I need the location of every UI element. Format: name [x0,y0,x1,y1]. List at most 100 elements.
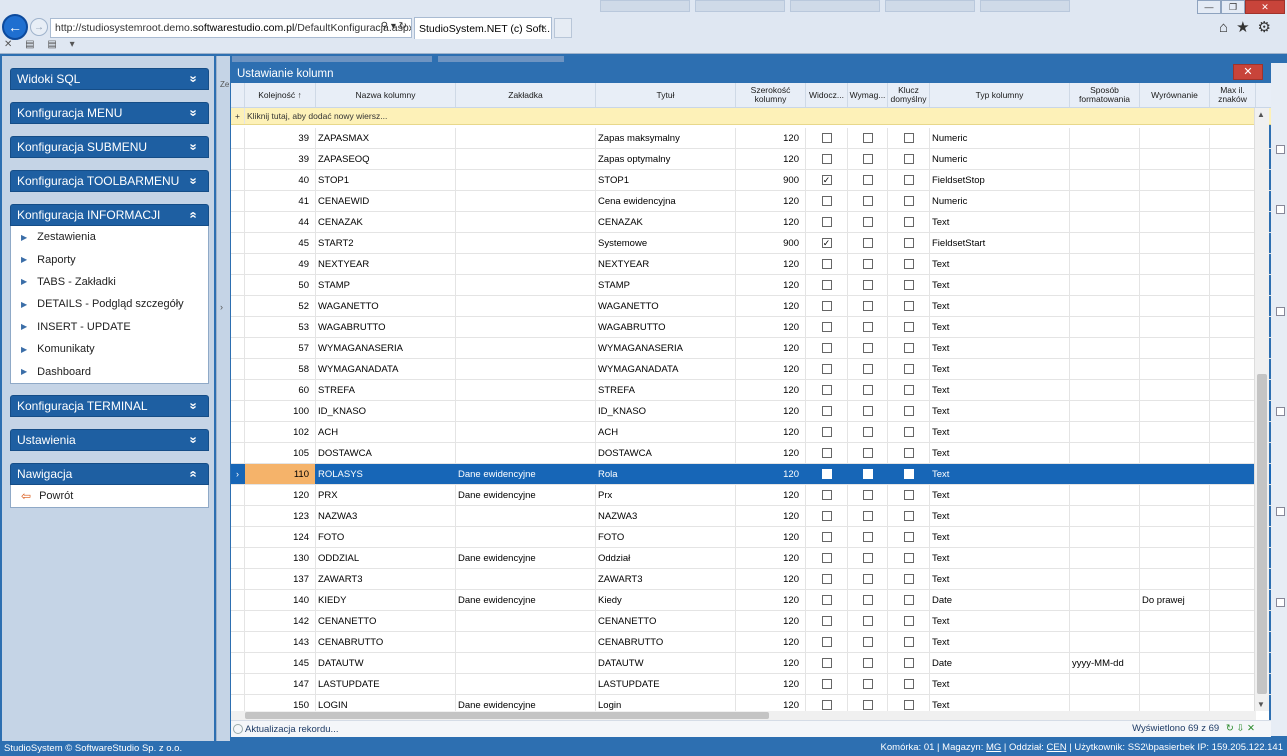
checkbox[interactable] [862,511,873,521]
row-indicator[interactable] [231,149,245,169]
type-cell[interactable]: Numeric [930,191,1070,211]
checkbox[interactable] [862,364,873,374]
order-cell[interactable]: 58 [245,359,316,379]
order-cell[interactable]: 60 [245,380,316,400]
tab-cell[interactable] [456,674,596,694]
align-cell[interactable] [1140,275,1210,295]
sidebar-section-header[interactable]: Nawigacja « [10,463,209,485]
type-cell[interactable]: Text [930,359,1070,379]
order-cell[interactable]: 39 [245,128,316,148]
order-cell[interactable]: 124 [245,527,316,547]
format-cell[interactable] [1070,380,1140,400]
checkbox[interactable] [862,700,873,710]
checkbox[interactable] [821,154,832,164]
type-cell[interactable]: Text [930,695,1070,711]
tab-cell[interactable] [456,380,596,400]
width-cell[interactable]: 120 [736,485,806,505]
row-indicator[interactable] [231,275,245,295]
order-cell[interactable]: 123 [245,506,316,526]
column-header[interactable]: Max il. znaków [1210,83,1256,107]
type-cell[interactable]: Text [930,527,1070,547]
maxchars-cell[interactable] [1210,653,1256,673]
column-name-cell[interactable]: STAMP [316,275,456,295]
type-cell[interactable]: Text [930,401,1070,421]
type-cell[interactable]: Text [930,485,1070,505]
maxchars-cell[interactable] [1210,212,1256,232]
width-cell[interactable]: 120 [736,611,806,631]
format-cell[interactable] [1070,212,1140,232]
width-cell[interactable]: 120 [736,317,806,337]
title-cell[interactable]: Prx [596,485,736,505]
row-indicator[interactable] [231,632,245,652]
format-cell[interactable] [1070,317,1140,337]
column-name-cell[interactable]: ODDZIAL [316,548,456,568]
add-row-label[interactable]: Kliknij tutaj, aby dodać nowy wiersz... [245,108,1271,124]
checkbox[interactable] [821,133,832,143]
maxchars-cell[interactable] [1210,338,1256,358]
checkbox[interactable] [821,637,832,647]
align-cell[interactable] [1140,317,1210,337]
column-name-cell[interactable]: ROLASYS [316,464,456,484]
checkbox[interactable] [903,637,914,647]
tab-cell[interactable]: Dane ewidencyjne [456,695,596,711]
table-row[interactable]: 50 STAMP STAMP 120 Text [231,275,1271,296]
title-cell[interactable]: ACH [596,422,736,442]
checkbox[interactable] [821,343,832,353]
table-row[interactable]: 143 CENABRUTTO CENABRUTTO 120 Text [231,632,1271,653]
checkbox[interactable] [862,196,873,206]
status-actions-icons[interactable]: ↻ ⇩ ✕ [1226,723,1255,734]
add-row-plus-icon[interactable]: + [231,108,245,124]
order-cell[interactable]: 143 [245,632,316,652]
align-cell[interactable] [1140,506,1210,526]
width-cell[interactable]: 120 [736,338,806,358]
width-cell[interactable]: 120 [736,590,806,610]
align-cell[interactable] [1140,653,1210,673]
order-cell[interactable]: 57 [245,338,316,358]
scroll-up-icon[interactable]: ▲ [1257,110,1265,119]
checkbox[interactable] [862,553,873,563]
column-name-cell[interactable]: WYMAGANASERIA [316,338,456,358]
underlying-checkbox[interactable] [1276,598,1285,607]
align-cell[interactable] [1140,233,1210,253]
align-cell[interactable] [1140,632,1210,652]
align-cell[interactable] [1140,611,1210,631]
column-name-cell[interactable]: START2 [316,233,456,253]
order-cell[interactable]: 49 [245,254,316,274]
format-cell[interactable] [1070,149,1140,169]
checkbox[interactable] [903,553,914,563]
checkbox[interactable] [903,364,914,374]
column-header[interactable]: Wyrównanie [1140,83,1210,107]
row-indicator[interactable] [231,695,245,711]
checkbox[interactable] [903,511,914,521]
table-row[interactable]: › 110 ROLASYS Dane ewidencyjne Rola 120 Text [231,464,1271,485]
checkbox[interactable] [821,427,832,437]
width-cell[interactable]: 120 [736,632,806,652]
checkbox[interactable] [821,280,832,290]
table-row[interactable]: 39 ZAPASEOQ Zapas optymalny 120 Numeric [231,149,1271,170]
format-cell[interactable] [1070,338,1140,358]
title-cell[interactable]: DATAUTW [596,653,736,673]
title-cell[interactable]: Kiedy [596,590,736,610]
align-cell[interactable] [1140,443,1210,463]
browser-tab-active[interactable]: StudioSystem.NET (c) Soft... × [414,17,552,39]
row-indicator[interactable] [231,506,245,526]
checkbox[interactable] [903,238,914,248]
type-cell[interactable]: Text [930,212,1070,232]
align-cell[interactable] [1140,296,1210,316]
row-indicator[interactable] [231,653,245,673]
order-cell[interactable]: 50 [245,275,316,295]
order-cell[interactable]: 44 [245,212,316,232]
type-cell[interactable]: Text [930,380,1070,400]
maxchars-cell[interactable] [1210,128,1256,148]
checkbox[interactable] [903,679,914,689]
type-cell[interactable]: Text [930,632,1070,652]
checkbox[interactable] [862,427,873,437]
checkbox[interactable] [821,322,832,332]
maxchars-cell[interactable] [1210,191,1256,211]
format-cell[interactable] [1070,674,1140,694]
chevron-double-down-icon[interactable]: » [186,75,201,79]
column-header[interactable]: Widocz... [806,83,848,107]
checkbox[interactable] [903,343,914,353]
table-row[interactable]: 130 ODDZIAL Dane ewidencyjne Oddział 120 Text [231,548,1271,569]
order-cell[interactable]: 100 [245,401,316,421]
